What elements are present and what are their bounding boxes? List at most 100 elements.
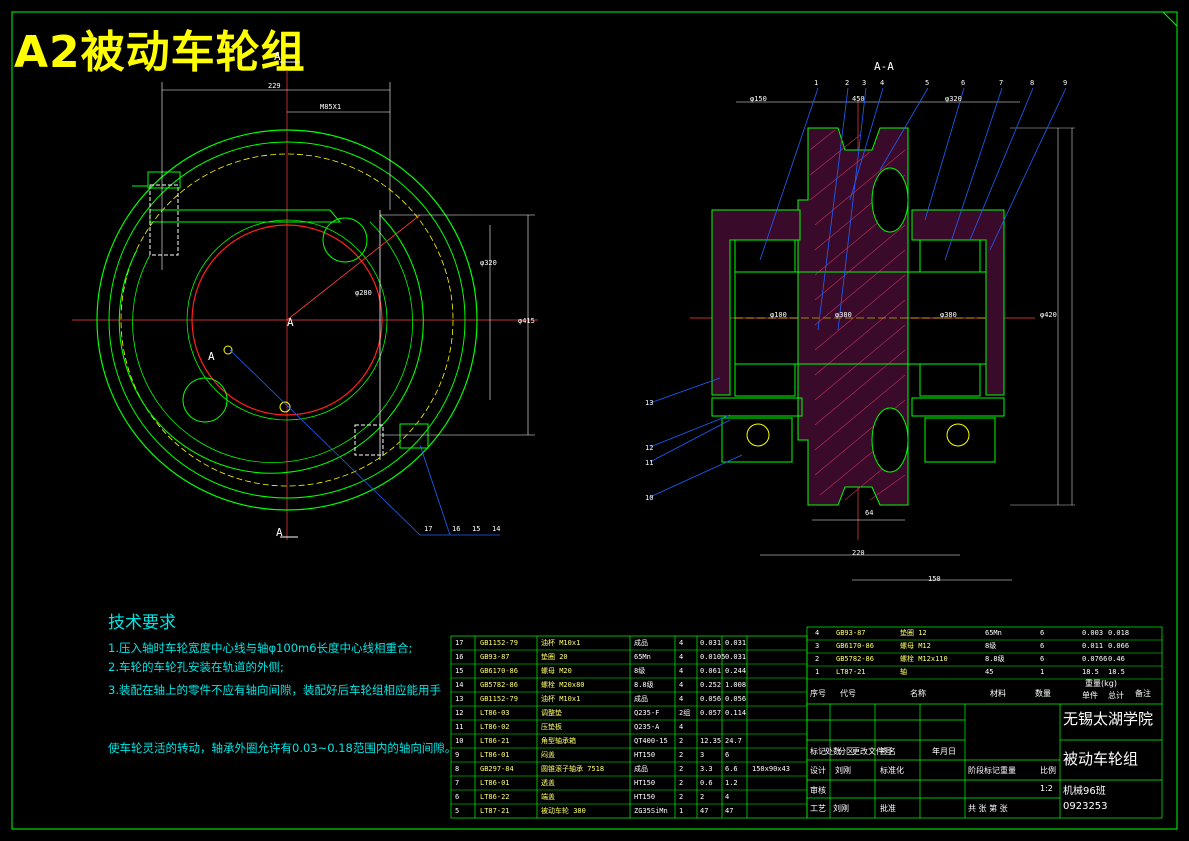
designer-label: 阶段标记 bbox=[968, 766, 1000, 775]
balloon-11: 11 bbox=[645, 459, 654, 467]
view-mark-bottom: A bbox=[276, 526, 283, 539]
parts-cell: 17 bbox=[455, 639, 464, 647]
parts-cell: GB6170-86 bbox=[480, 667, 518, 675]
revision-label: 签名 bbox=[880, 747, 896, 756]
parts-cell: 150x90x43 bbox=[752, 765, 790, 773]
dim-right-3: φ320 bbox=[945, 95, 962, 103]
header-note: 备注 bbox=[1135, 689, 1151, 698]
parts-cell: 轴 bbox=[900, 668, 907, 676]
parts-cell: LT86-21 bbox=[480, 737, 510, 745]
view-mark-left: A bbox=[208, 350, 215, 363]
parts-cell: 6.6 bbox=[725, 765, 738, 773]
parts-cell: LT86-01 bbox=[480, 779, 510, 787]
parts-cell: 0.0766 bbox=[1082, 655, 1108, 663]
parts-cell: 45 bbox=[985, 668, 994, 676]
parts-cell: 7 bbox=[455, 779, 460, 787]
parts-cell: 0.244 bbox=[725, 667, 747, 675]
balloon-6: 6 bbox=[961, 79, 966, 87]
parts-cell: 成品 bbox=[634, 639, 648, 647]
parts-cell: 成品 bbox=[634, 765, 648, 773]
dim-right-1: φ150 bbox=[750, 95, 767, 103]
parts-cell: 压垫板 bbox=[541, 723, 562, 731]
parts-cell: 65Mn bbox=[985, 629, 1002, 637]
parts-cell: 被动车轮 380 bbox=[541, 807, 586, 815]
parts-cell: LT86-02 bbox=[480, 723, 510, 731]
view-mark-top: A bbox=[274, 50, 281, 63]
parts-cell: 油杯 M10x1 bbox=[541, 639, 581, 647]
school-name: 无锡太湖学院 bbox=[1063, 710, 1154, 728]
parts-cell: 0.003 bbox=[1082, 629, 1104, 637]
dim-right-4: φ100 bbox=[770, 311, 787, 319]
dim-right-8: 64 bbox=[865, 509, 874, 517]
parts-cell: 1 bbox=[679, 807, 684, 815]
parts-cell: 螺栓 M12x110 bbox=[900, 655, 948, 663]
header-name: 名称 bbox=[910, 689, 926, 698]
parts-cell: 圆锥滚子轴承 7518 bbox=[541, 765, 605, 773]
designer-label: 重量 bbox=[1000, 766, 1016, 775]
parts-cell: 调整垫 bbox=[541, 709, 562, 717]
balloon-15: 15 bbox=[472, 525, 481, 533]
dim-right-5: φ380 bbox=[835, 311, 852, 319]
parts-cell: 6 bbox=[1040, 629, 1045, 637]
parts-cell: 4 bbox=[679, 695, 684, 703]
parts-cell: 2 bbox=[679, 793, 684, 801]
designer-label: 比例 bbox=[1040, 766, 1056, 775]
revision-label: 标记 bbox=[810, 747, 826, 756]
parts-cell: 0.011 bbox=[1082, 642, 1104, 650]
parts-cell: 0.056 bbox=[700, 695, 722, 703]
frame-notch bbox=[1162, 11, 1178, 27]
process-label: 工艺 bbox=[810, 804, 826, 813]
parts-cell: 4 bbox=[679, 667, 684, 675]
parts-cell: 2 bbox=[700, 793, 705, 801]
review-label: 审核 bbox=[810, 786, 826, 795]
header-qty: 数量 bbox=[1035, 689, 1051, 698]
parts-cell: HT150 bbox=[634, 793, 656, 801]
parts-cell: 2 bbox=[679, 751, 684, 759]
parts-cell: 0.031 bbox=[725, 653, 747, 661]
balloon-16: 16 bbox=[452, 525, 461, 533]
parts-cell: 18.5 bbox=[1108, 668, 1125, 676]
parts-cell: 2 bbox=[679, 737, 684, 745]
parts-cell: ZG35SiMn bbox=[634, 807, 668, 815]
parts-cell: 1 bbox=[1040, 668, 1045, 676]
balloon-17: 17 bbox=[424, 525, 433, 533]
parts-cell: 1 bbox=[815, 668, 820, 676]
parts-cell: 18.5 bbox=[1082, 668, 1099, 676]
parts-cell: 10 bbox=[455, 737, 464, 745]
parts-cell: GB5782-86 bbox=[480, 681, 518, 689]
parts-cell: GB93-87 bbox=[480, 653, 510, 661]
parts-cell: LT86-03 bbox=[480, 709, 510, 717]
parts-cell: 6 bbox=[1040, 655, 1045, 663]
parts-cell: 8.8级 bbox=[985, 655, 1005, 663]
parts-cell: 12.35 bbox=[700, 737, 722, 745]
balloon-13: 13 bbox=[645, 399, 654, 407]
parts-cell: 3 bbox=[700, 751, 705, 759]
tech-item-2: 2.车轮的车轮孔安装在轨道的外侧; bbox=[108, 660, 284, 674]
parts-cell: 47 bbox=[700, 807, 709, 815]
parts-cell: 0.6 bbox=[700, 779, 713, 787]
designer-label: 标准化 bbox=[880, 766, 904, 775]
parts-cell: 8 bbox=[455, 765, 460, 773]
outer-frame bbox=[11, 11, 1178, 830]
parts-cell: 2 bbox=[679, 765, 684, 773]
housing-arc bbox=[118, 214, 424, 474]
right-base-plate bbox=[911, 397, 1005, 417]
scale-value: 1:2 bbox=[1040, 784, 1053, 793]
revision-label: 年月日 bbox=[932, 747, 956, 756]
parts-cell: 2 bbox=[679, 779, 684, 787]
approve-label: 批准 bbox=[880, 804, 896, 813]
balloon-9: 9 bbox=[1063, 79, 1068, 87]
web-hole-bottom bbox=[871, 407, 909, 473]
dim-right-9: 220 bbox=[852, 549, 865, 557]
designer-label: 刘刚 bbox=[835, 766, 851, 775]
parts-cell: GB5782-86 bbox=[836, 655, 874, 663]
housing-arc-2 bbox=[132, 221, 413, 463]
parts-cell: 4 bbox=[815, 629, 820, 637]
parts-cell: GB6170-86 bbox=[836, 642, 874, 650]
parts-cell: 螺母 M20 bbox=[541, 667, 572, 675]
parts-cell: GB1152-79 bbox=[480, 639, 518, 647]
parts-cell: 3 bbox=[815, 642, 820, 650]
header-code: 代号 bbox=[840, 689, 856, 698]
right-view bbox=[649, 87, 1075, 581]
balloon-7: 7 bbox=[999, 79, 1004, 87]
